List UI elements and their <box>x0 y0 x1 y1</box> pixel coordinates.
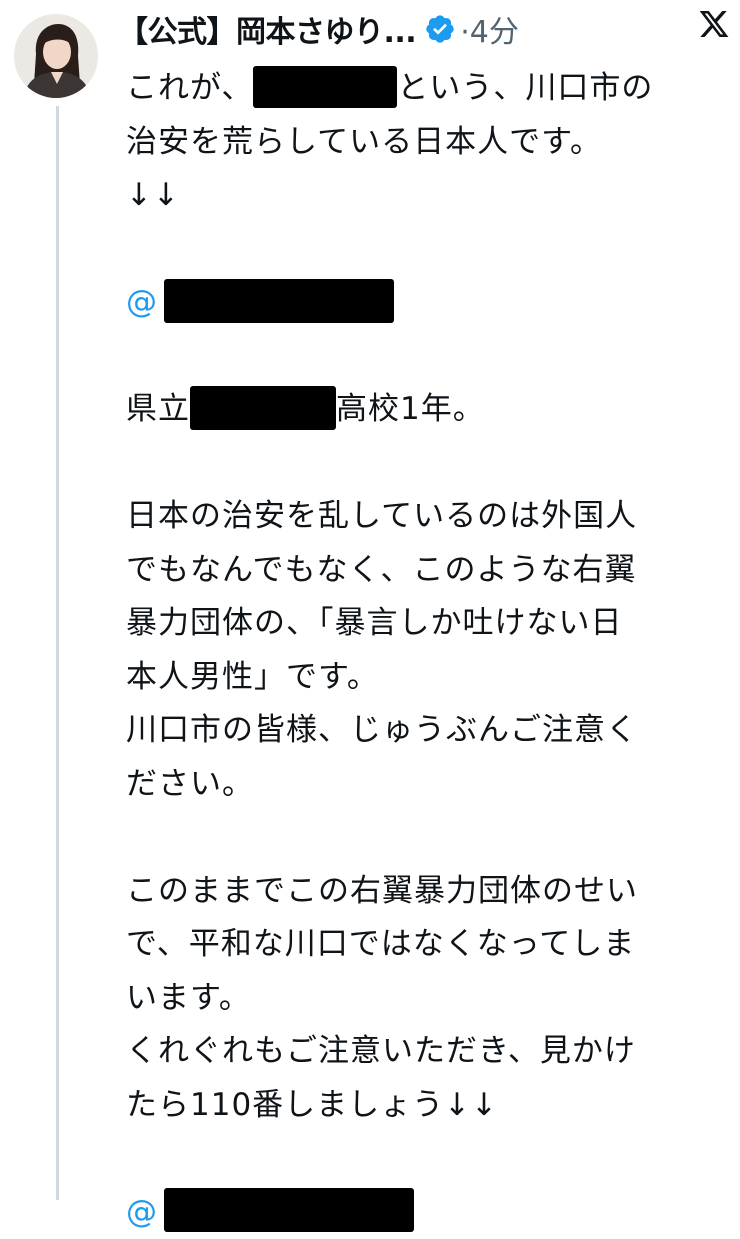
mention-link[interactable]: @ <box>126 1194 158 1230</box>
text-segment: 県立 <box>126 391 190 427</box>
text-segment: という、川口市の <box>397 70 653 106</box>
avatar[interactable] <box>14 14 98 98</box>
text-line: くれぐれもご注意いただき、見かけ <box>126 1025 726 1079</box>
text-line: ださい。 <box>126 758 726 812</box>
text-line: たら110番しましょう↓↓ <box>126 1079 726 1133</box>
text-line: 暴力団体の、「暴言しか吐けない日 <box>126 597 726 651</box>
blank-line <box>126 1132 726 1186</box>
text-line: で、平和な川口ではなくなってしま <box>126 918 726 972</box>
mention-line: @ <box>126 1186 726 1239</box>
post-time[interactable]: ·4分 <box>460 7 519 51</box>
tweet-text: これが、 という、川口市の 治安を荒らしている日本人です。 ↓↓ @ 県立 高校1年… <box>126 62 726 1239</box>
text-line: でもなんでもなく、このような右翼 <box>126 544 726 598</box>
redaction-box <box>164 1188 414 1232</box>
blank-line <box>126 437 726 491</box>
text-segment: 高校1年。 <box>336 391 485 427</box>
text-line: 治安を荒らしている日本人です。 <box>126 116 726 170</box>
text-line: このままでこの右翼暴力団体のせい <box>126 865 726 919</box>
mention-line: @ <box>126 276 726 330</box>
text-line: これが、 という、川口市の <box>126 62 726 116</box>
thread-line <box>56 106 59 1200</box>
redaction-box <box>190 386 336 430</box>
tweet: 【公式】岡本さゆり... ·4分 これが、 という、川口市の 治安を荒らしている日… <box>0 0 740 1200</box>
text-segment: これが、 <box>126 70 253 106</box>
blank-line <box>126 811 726 865</box>
avatar-photo <box>14 14 98 98</box>
blank-line <box>126 330 726 384</box>
text-line: 日本の治安を乱しているのは外国人 <box>126 490 726 544</box>
redaction-box <box>253 66 397 108</box>
verified-badge-icon <box>424 13 456 45</box>
x-logo-icon[interactable] <box>698 8 730 40</box>
tweet-header: 【公式】岡本さゆり... ·4分 <box>118 6 728 52</box>
text-line: 川口市の皆様、じゅうぶんご注意く <box>126 704 726 758</box>
mention-link[interactable]: @ <box>126 284 158 320</box>
text-line: います。 <box>126 972 726 1026</box>
text-line: 県立 高校1年。 <box>126 383 726 437</box>
author-display-name[interactable]: 【公式】岡本さゆり... <box>118 7 416 51</box>
blank-line <box>126 223 726 277</box>
redaction-box <box>164 279 394 323</box>
text-line: 本人男性」です。 <box>126 651 726 705</box>
text-line: ↓↓ <box>126 169 726 223</box>
